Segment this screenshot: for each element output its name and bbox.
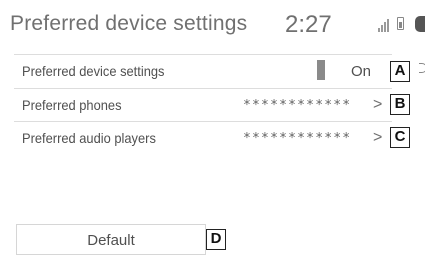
callout-a-tail xyxy=(419,63,425,73)
clock: 2:27 xyxy=(285,11,332,38)
row-label: Preferred device settings xyxy=(22,63,165,79)
callout-b: B xyxy=(390,94,410,115)
chevron-right-icon: > xyxy=(373,129,383,146)
default-button[interactable]: Default xyxy=(16,224,206,255)
chevron-right-icon: > xyxy=(373,96,383,113)
row-preferred-phones[interactable]: Preferred phones ************ > xyxy=(14,88,392,120)
callout-d: D xyxy=(206,229,226,250)
row-label: Preferred phones xyxy=(22,97,122,113)
toggle-value: On xyxy=(351,63,372,80)
page-title: Preferred device settings xyxy=(10,12,248,35)
status-icons xyxy=(378,16,425,32)
row-preferred-device-settings[interactable]: Preferred device settings On xyxy=(14,54,392,86)
battery-icon xyxy=(397,17,404,30)
callout-a: A xyxy=(390,61,410,82)
row-preferred-audio-players[interactable]: Preferred audio players ************ > xyxy=(14,121,392,153)
settings-screen: Preferred device settings 2:27 Preferred… xyxy=(8,0,425,259)
callout-c: C xyxy=(390,127,410,148)
masked-value: ************ xyxy=(243,98,352,113)
row-label: Preferred audio players xyxy=(22,130,156,146)
header-bar: Preferred device settings 2:27 xyxy=(8,0,425,48)
bluetooth-icon xyxy=(415,16,425,32)
masked-value: ************ xyxy=(243,131,352,146)
default-button-label: Default xyxy=(87,232,135,249)
toggle-indicator xyxy=(317,60,325,80)
